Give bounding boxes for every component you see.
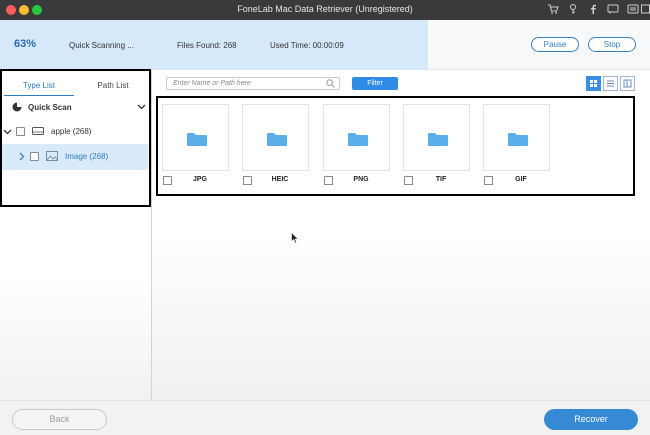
- quick-scan-row[interactable]: Quick Scan: [2, 96, 148, 120]
- tif-checkbox[interactable]: [404, 176, 413, 185]
- scan-status-text: Quick Scanning ...: [69, 41, 134, 50]
- file-type-card-heic[interactable]: [242, 104, 309, 171]
- back-button[interactable]: Back: [12, 409, 107, 430]
- tab-type-list[interactable]: Type List: [4, 80, 74, 96]
- stop-button[interactable]: Stop: [588, 37, 636, 52]
- used-time: Used Time: 00:00:09: [270, 41, 344, 50]
- key-icon[interactable]: [566, 3, 580, 17]
- file-type-label: PNG: [353, 176, 369, 183]
- files-found-count: Files Found: 268: [177, 41, 237, 50]
- grid-view-icon: [590, 80, 597, 87]
- chat-icon[interactable]: [606, 3, 620, 17]
- search-input[interactable]: Enter Name or Path here: [166, 77, 340, 90]
- file-type-label: HEIC: [271, 176, 289, 183]
- file-type-card-jpg[interactable]: [162, 104, 229, 171]
- file-type-card-gif[interactable]: [483, 104, 550, 171]
- folder-icon: [428, 133, 448, 146]
- menu-icon[interactable]: [626, 3, 640, 17]
- tree-item-image[interactable]: Image (268): [2, 144, 148, 170]
- folder-icon: [267, 133, 287, 146]
- footer-bar: Back Recover: [0, 400, 650, 435]
- file-type-label: TIF: [435, 176, 447, 183]
- mouse-cursor-icon: [291, 232, 299, 244]
- sidebar-background: [0, 280, 151, 400]
- filter-button[interactable]: Filter: [352, 77, 398, 90]
- sidebar: Type List Path List Quick Scan apple (26…: [0, 70, 152, 400]
- folder-icon: [508, 133, 528, 146]
- grid-view-button[interactable]: [586, 76, 601, 91]
- scan-percent: 63%: [14, 38, 37, 50]
- image-icon: [46, 151, 58, 163]
- search-placeholder: Enter Name or Path here: [173, 80, 251, 87]
- pie-chart-icon: [12, 102, 22, 114]
- folder-icon: [348, 133, 368, 146]
- list-view-button[interactable]: [603, 76, 618, 91]
- cart-icon[interactable]: [546, 3, 560, 17]
- chevron-down-icon[interactable]: [137, 102, 146, 113]
- tree-item-label: Image (268): [65, 152, 109, 161]
- facebook-icon[interactable]: [586, 3, 600, 17]
- quick-scan-label: Quick Scan: [28, 103, 72, 112]
- folder-icon: [187, 133, 207, 146]
- tab-path-list[interactable]: Path List: [78, 80, 148, 96]
- file-type-label: GIF: [515, 176, 527, 183]
- main-toolbar: Enter Name or Path here Filter: [152, 70, 650, 96]
- heic-checkbox[interactable]: [243, 176, 252, 185]
- title-bar: FoneLab Mac Data Retriever (Unregistered…: [0, 0, 650, 20]
- column-view-icon: [623, 79, 632, 88]
- search-icon[interactable]: [326, 79, 335, 88]
- chevron-right-icon[interactable]: [17, 152, 26, 163]
- tree-item-label: apple (268): [51, 127, 92, 136]
- file-type-grid: JPG HEIC PNG TIF GIF: [152, 96, 650, 400]
- chevron-down-icon[interactable]: [3, 127, 12, 138]
- file-type-card-tif[interactable]: [403, 104, 470, 171]
- scan-status-bar: 63% Quick Scanning ... Files Found: 268 …: [0, 20, 650, 70]
- image-checkbox[interactable]: [30, 152, 39, 161]
- jpg-checkbox[interactable]: [163, 176, 172, 185]
- file-type-card-png[interactable]: [323, 104, 390, 171]
- file-type-label: JPG: [192, 176, 207, 183]
- list-view-icon: [607, 80, 614, 87]
- png-checkbox[interactable]: [324, 176, 333, 185]
- recover-button[interactable]: Recover: [544, 409, 638, 430]
- tree-item-apple[interactable]: apple (268): [2, 120, 148, 144]
- column-view-button[interactable]: [620, 76, 635, 91]
- save-icon[interactable]: [640, 3, 650, 17]
- pause-button[interactable]: Pause: [531, 37, 579, 52]
- apple-checkbox[interactable]: [16, 127, 25, 136]
- gif-checkbox[interactable]: [484, 176, 493, 185]
- drive-icon: [32, 126, 44, 138]
